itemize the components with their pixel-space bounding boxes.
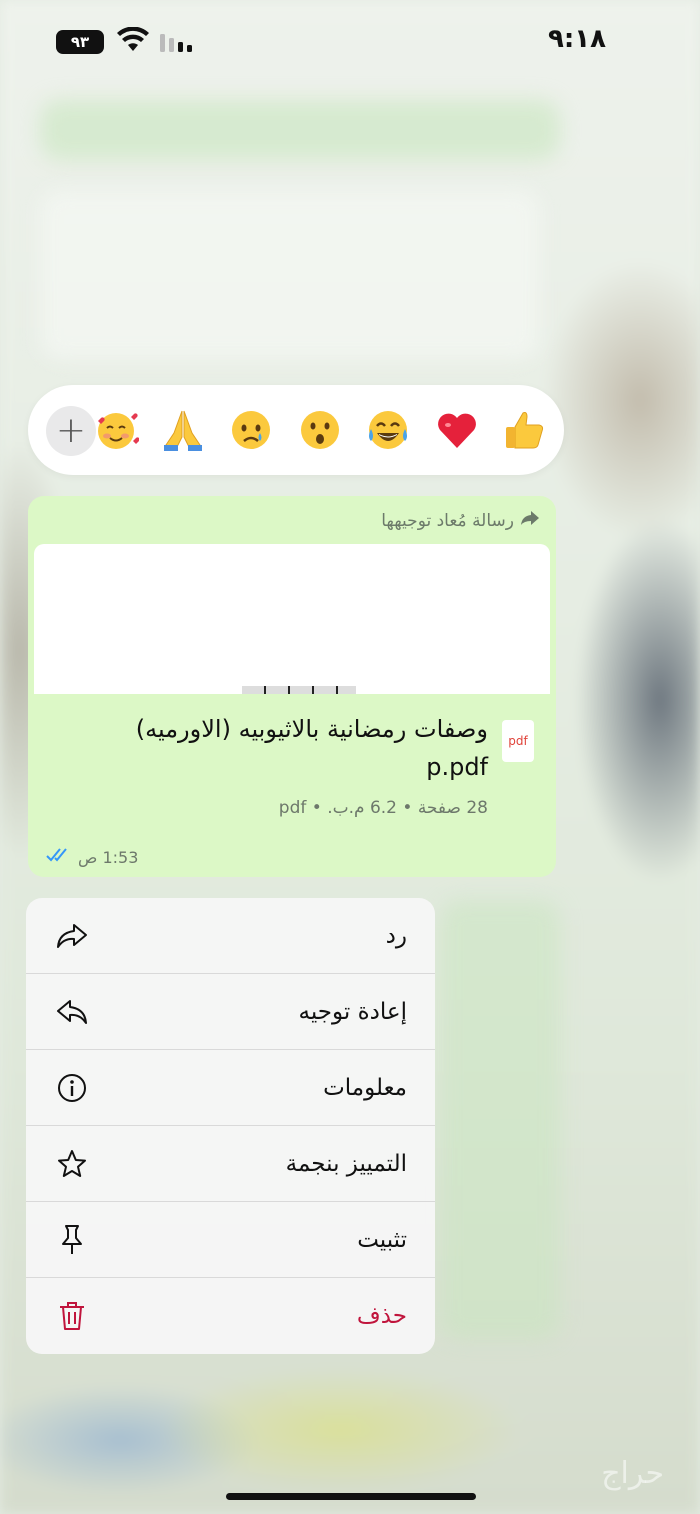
pin-icon — [56, 1224, 88, 1256]
battery-indicator: ٩٣ — [56, 30, 104, 54]
pdf-file-icon: pdf — [502, 720, 534, 762]
menu-item-label: حذف — [356, 1303, 407, 1329]
file-type-label: pdf — [508, 734, 528, 748]
reply-icon — [56, 920, 88, 952]
menu-item-pin[interactable]: تثبيت — [26, 1202, 435, 1278]
message-context-menu: رد إعادة توجيه معلومات التمييز بنجمة تثب… — [26, 898, 435, 1354]
cellular-signal-icon — [160, 30, 196, 56]
star-icon — [56, 1148, 88, 1180]
file-meta: 28 صفحة • 6.2 م.ب. • pdf — [278, 798, 488, 818]
crying-emoji[interactable] — [227, 406, 275, 454]
double-check-read-icon — [46, 847, 72, 867]
menu-item-star[interactable]: التمييز بنجمة — [26, 1126, 435, 1202]
menu-item-info[interactable]: معلومات — [26, 1050, 435, 1126]
file-name: وصفات رمضانية بالاثيوبيه (الاورميه) p.pd… — [135, 715, 488, 781]
forwarded-indicator: رسالة مُعاد توجيهها — [381, 510, 540, 531]
menu-item-label: معلومات — [323, 1074, 407, 1101]
preview-text-fragment — [242, 686, 356, 694]
red-heart-emoji[interactable] — [433, 406, 481, 454]
surprised-emoji[interactable] — [296, 406, 344, 454]
blurred-shape — [40, 190, 540, 360]
clock: ٩:١٨ — [547, 24, 606, 54]
forward-icon — [56, 996, 88, 1028]
tears-of-joy-emoji[interactable] — [364, 406, 412, 454]
home-indicator[interactable] — [226, 1493, 476, 1500]
menu-item-label: رد — [385, 922, 407, 949]
menu-item-reply[interactable]: رد — [26, 898, 435, 974]
smiling-hearts-emoji[interactable] — [92, 406, 140, 454]
watermark: حراج — [601, 1456, 664, 1491]
menu-item-label: إعادة توجيه — [298, 998, 408, 1025]
menu-item-delete[interactable]: حذف — [26, 1278, 435, 1354]
message-time: 1:53 ص — [78, 847, 139, 867]
info-icon — [56, 1072, 88, 1104]
reaction-bar: + — [28, 385, 564, 475]
message-timestamp: 1:53 ص — [46, 847, 138, 867]
thumbs-up-emoji[interactable] — [500, 406, 548, 454]
blurred-shape — [440, 900, 560, 1340]
menu-item-forward[interactable]: إعادة توجيه — [26, 974, 435, 1050]
forward-arrow-icon — [520, 510, 540, 531]
document-preview[interactable] — [34, 544, 550, 694]
battery-level: ٩٣ — [70, 33, 90, 51]
menu-item-label: التمييز بنجمة — [285, 1150, 407, 1177]
forwarded-label: رسالة مُعاد توجيهها — [381, 510, 514, 531]
menu-item-label: تثبيت — [357, 1226, 407, 1253]
status-bar: ٩٣ ٩:١٨ — [0, 0, 700, 84]
blurred-shape — [40, 100, 560, 160]
message-bubble[interactable]: رسالة مُعاد توجيهها pdf وصفات رمضانية با… — [28, 496, 556, 877]
trash-icon — [56, 1300, 88, 1332]
wifi-icon — [116, 26, 150, 57]
plus-icon[interactable]: + — [46, 406, 96, 456]
folded-hands-emoji[interactable] — [159, 406, 207, 454]
